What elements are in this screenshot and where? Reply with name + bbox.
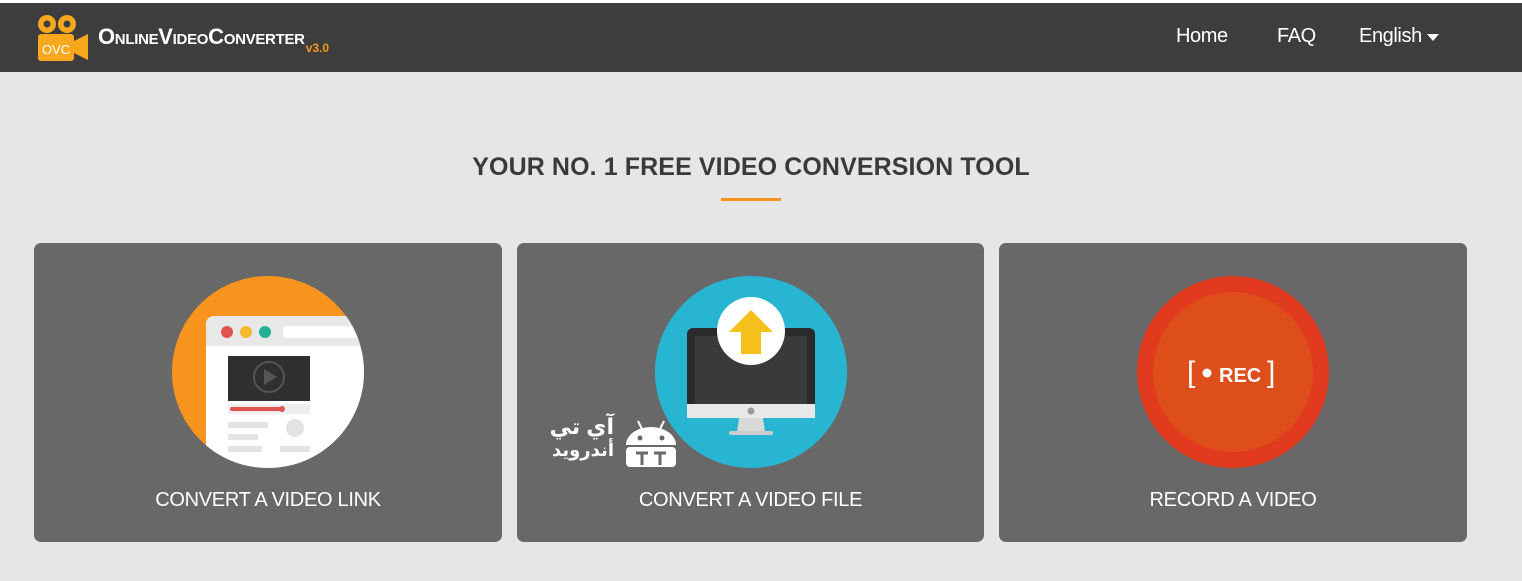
browser-video-icon xyxy=(172,276,364,468)
language-label: English xyxy=(1359,25,1422,47)
language-dropdown[interactable]: English xyxy=(1359,25,1439,48)
android-robot-icon xyxy=(626,420,676,467)
watermark: آي تي أندرويد xyxy=(528,415,688,471)
record-icon: [ REC ] xyxy=(1137,276,1329,468)
card-label: RECORD A VIDEO xyxy=(1149,489,1317,511)
watermark-line2: أندرويد xyxy=(551,440,614,460)
nav-home-link[interactable]: Home xyxy=(1176,25,1228,48)
svg-text:[: [ xyxy=(1187,356,1196,389)
caret-down-icon xyxy=(1426,34,1439,41)
card-label: CONVERT A VIDEO LINK xyxy=(155,489,381,511)
version-label: v3.0 xyxy=(305,41,330,55)
brand-name: OnlineVideoConverter xyxy=(98,24,305,49)
convert-link-card[interactable]: CONVERT A VIDEO LINK xyxy=(34,243,502,542)
headline-underline xyxy=(721,198,781,201)
convert-file-card[interactable]: CONVERT A VIDEO FILE xyxy=(517,243,984,542)
camera-logo-icon: OVC xyxy=(38,15,88,61)
logo-link[interactable]: OVC OnlineVideoConverter v3.0 xyxy=(34,13,329,65)
watermark-line1: آي تي xyxy=(549,414,614,439)
nav-faq-link[interactable]: FAQ xyxy=(1277,25,1316,48)
record-video-card[interactable]: [ REC ] RECORD A VIDEO xyxy=(999,243,1467,542)
svg-text:]: ] xyxy=(1267,356,1275,389)
page-headline: YOUR NO. 1 FREE VIDEO CONVERSION TOOL xyxy=(472,153,1030,181)
logo-badge-text: OVC xyxy=(42,42,70,57)
rec-text: REC xyxy=(1219,365,1261,387)
card-label: CONVERT A VIDEO FILE xyxy=(638,489,863,511)
